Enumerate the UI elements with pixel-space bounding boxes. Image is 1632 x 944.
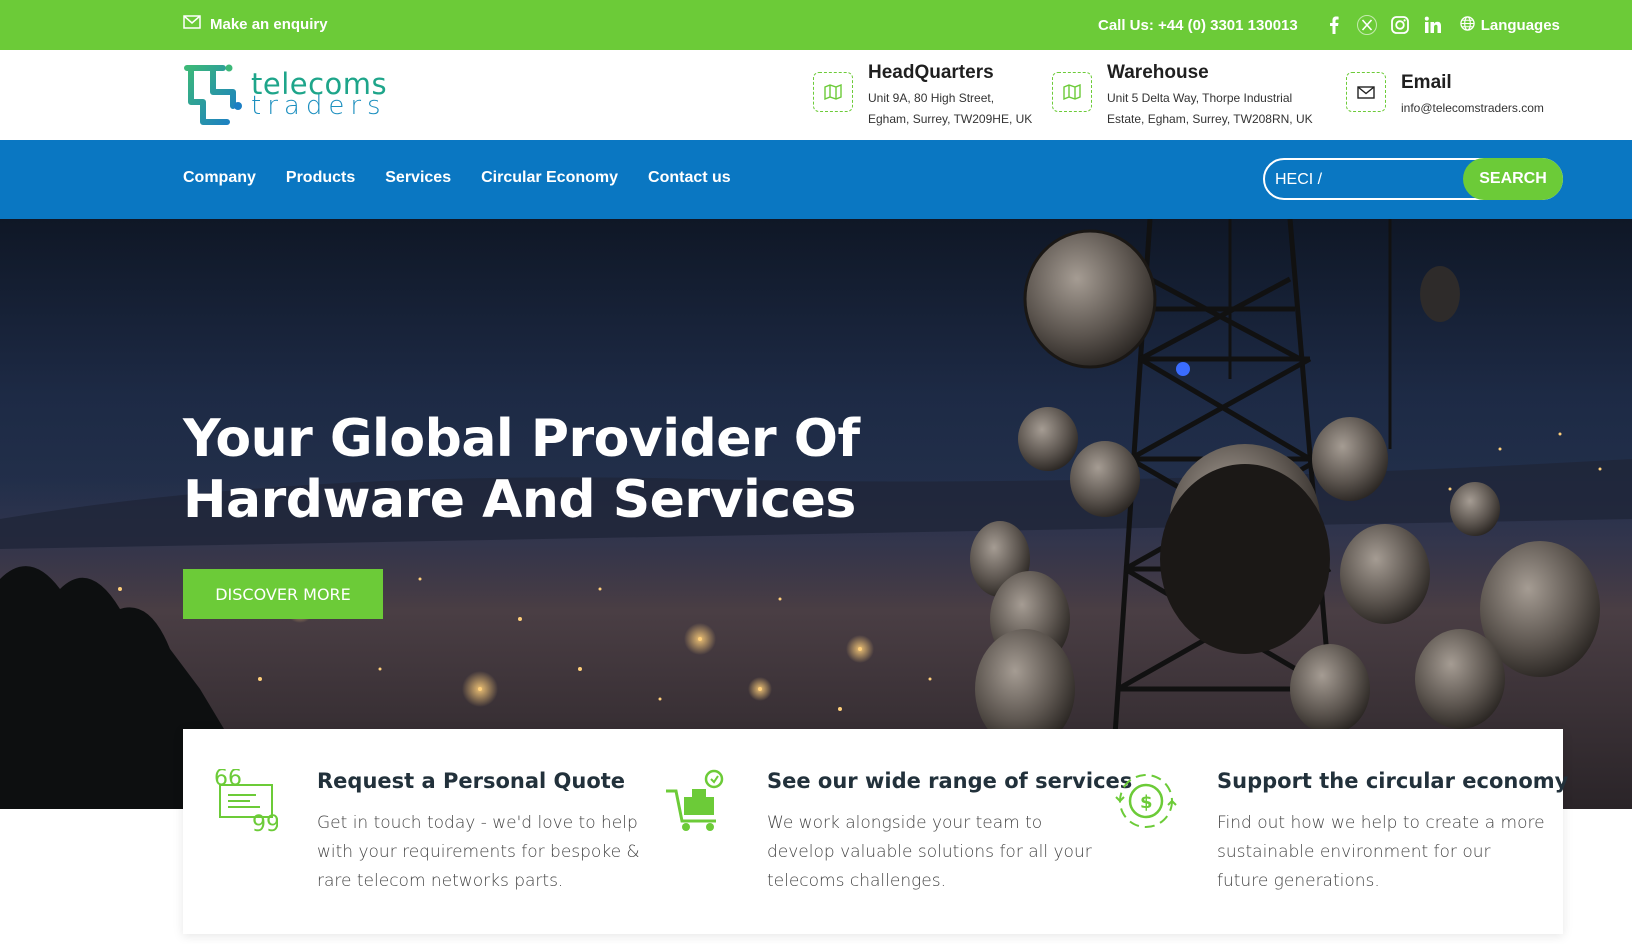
logo-line2: traders	[251, 91, 387, 121]
header: telecoms traders HeadQuarters Unit 9A, 8…	[0, 50, 1632, 140]
card-quote-title: Request a Personal Quote	[317, 769, 626, 793]
feature-cards: 66 99 Request a Personal Quote Get in to…	[183, 729, 1568, 934]
email-title: Email	[1401, 72, 1452, 93]
email-info: Email info@telecomstraders.com	[1346, 62, 1544, 119]
search-box: SEARCH	[1263, 158, 1563, 200]
headquarters-info: HeadQuarters Unit 9A, 80 High Street, Eg…	[813, 62, 1032, 130]
search-input[interactable]	[1275, 167, 1465, 193]
main-nav: Company Products Services Circular Econo…	[0, 140, 1632, 219]
facebook-icon[interactable]	[1318, 15, 1350, 35]
cart-icon	[666, 769, 724, 831]
map-icon	[1052, 72, 1092, 112]
nav-item-contact-us[interactable]: Contact us	[648, 169, 731, 187]
hq-line1: Unit 9A, 80 High Street,	[868, 91, 995, 105]
discover-more-button[interactable]: DISCOVER MORE	[183, 569, 383, 619]
warehouse-line2: Estate, Egham, Surrey, TW208RN, UK	[1107, 112, 1313, 126]
hero-title: Your Global Provider Of Hardware And Ser…	[183, 409, 860, 531]
top-bar: Make an enquiry Call Us: +44 (0) 3301 13…	[0, 0, 1632, 50]
quote-icon: 66 99	[214, 769, 278, 833]
mail-icon	[183, 15, 201, 33]
nav-item-company[interactable]: Company	[183, 169, 256, 187]
linkedin-icon[interactable]	[1417, 15, 1449, 35]
hero-title-line2: Hardware And Services	[183, 470, 856, 530]
hq-line2: Egham, Surrey, TW209HE, UK	[868, 112, 1033, 126]
x-icon[interactable]	[1351, 15, 1383, 35]
hero-banner: Your Global Provider Of Hardware And Ser…	[0, 219, 1632, 809]
circular-economy-icon: $	[1115, 774, 1177, 828]
nav-item-products[interactable]: Products	[286, 169, 355, 187]
nav-item-circular-economy[interactable]: Circular Economy	[481, 169, 618, 187]
warehouse-line1: Unit 5 Delta Way, Thorpe Industrial	[1107, 91, 1293, 105]
search-button[interactable]: SEARCH	[1463, 158, 1563, 200]
map-icon	[813, 72, 853, 112]
card-services-text: We work alongside your team to develop v…	[767, 813, 1092, 891]
warehouse-info: Warehouse Unit 5 Delta Way, Thorpe Indus…	[1052, 62, 1313, 130]
nav-item-services[interactable]: Services	[385, 169, 451, 187]
logo-mark-icon	[184, 64, 242, 125]
email-address[interactable]: info@telecomstraders.com	[1401, 98, 1544, 119]
svg-text:$: $	[1140, 792, 1153, 813]
hero-title-line1: Your Global Provider Of	[183, 409, 860, 469]
enquiry-link[interactable]: Make an enquiry	[183, 15, 328, 33]
languages-label: Languages	[1480, 16, 1560, 34]
svg-text:99: 99	[252, 812, 278, 833]
envelope-icon	[1346, 72, 1386, 112]
card-quote-text: Get in touch today - we'd love to help w…	[317, 813, 640, 891]
globe-icon	[1460, 15, 1475, 35]
languages-menu[interactable]: Languages	[1460, 15, 1560, 35]
card-circular-title: Support the circular economy	[1217, 769, 1569, 793]
warehouse-title: Warehouse	[1107, 62, 1209, 83]
card-services-title: See our wide range of services	[767, 769, 1133, 793]
instagram-icon[interactable]	[1384, 15, 1416, 35]
logo[interactable]: telecoms traders	[183, 62, 387, 128]
hq-title: HeadQuarters	[868, 62, 994, 83]
card-circular-text: Find out how we help to create a more su…	[1217, 813, 1545, 891]
enquiry-label: Make an enquiry	[210, 15, 328, 33]
phone-number[interactable]: Call Us: +44 (0) 3301 130013	[1098, 17, 1298, 34]
svg-text:66: 66	[214, 769, 242, 791]
